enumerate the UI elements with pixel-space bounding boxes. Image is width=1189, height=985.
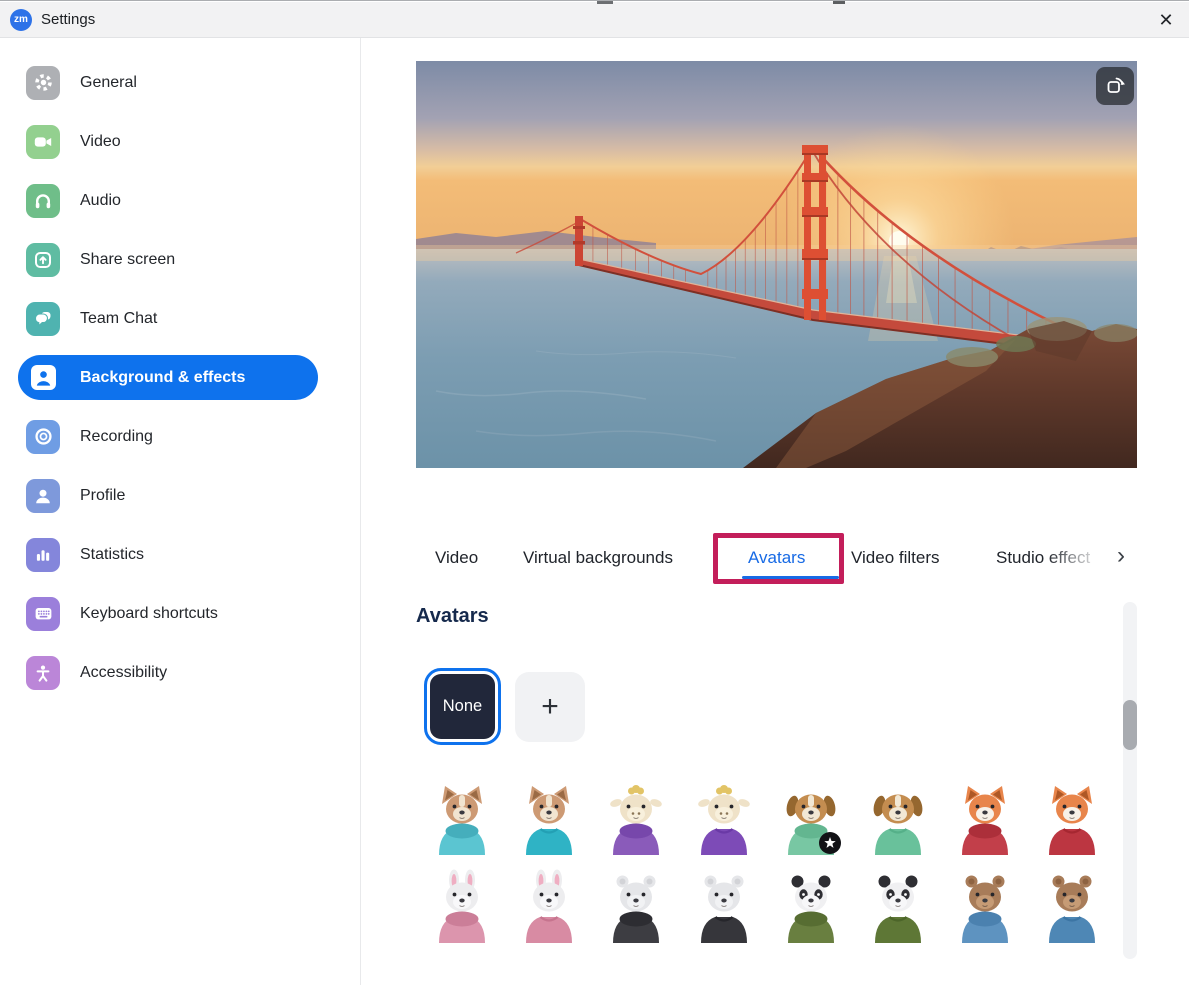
sidebar-item-general[interactable]: General (0, 53, 360, 112)
avatar-rabbit-hoodie[interactable] (430, 869, 494, 945)
person-icon (26, 479, 60, 513)
avatar-beagle-hoodie[interactable] (779, 781, 843, 857)
avatar-corgi-tshirt[interactable] (517, 781, 581, 857)
sidebar-item-keyboard-shortcuts[interactable]: Keyboard shortcuts (0, 584, 360, 643)
sidebar-item-label: Profile (80, 487, 125, 505)
sidebar-item-label: General (80, 74, 137, 92)
sidebar-item-label: Audio (80, 192, 121, 210)
sidebar-item-label: Team Chat (80, 310, 157, 328)
sidebar-item-accessibility[interactable]: Accessibility (0, 643, 360, 702)
zoom-logo: zm (10, 9, 32, 31)
sidebar-item-profile[interactable]: Profile (0, 466, 360, 525)
tab-video-filters[interactable]: Video filters (851, 543, 940, 577)
sidebar-item-recording[interactable]: Recording (0, 407, 360, 466)
person-frame-icon (26, 361, 60, 395)
avatar-fox-tshirt[interactable] (1040, 781, 1104, 857)
gear-icon (26, 66, 60, 100)
avatar-bear-tshirt[interactable] (1040, 869, 1104, 945)
sidebar-item-label: Recording (80, 428, 153, 446)
window-title: Settings (41, 11, 95, 28)
sidebar-item-background-effects[interactable]: Background & effects (0, 348, 360, 407)
avatar-polar-bear-tshirt[interactable] (692, 869, 756, 945)
rotate-preview-button[interactable] (1096, 67, 1134, 105)
sidebar-items: General Video Audio Share screen Team Chat Ba… (0, 53, 360, 702)
sidebar-item-label: Background & effects (80, 369, 245, 387)
avatar-cow-hoodie[interactable] (604, 781, 668, 857)
avatar-polar-bear-hoodie[interactable] (604, 869, 668, 945)
scrollbar-thumb[interactable] (1123, 700, 1137, 750)
tab-studio-effects[interactable]: Studio effect (996, 543, 1116, 577)
sidebar-item-share-screen[interactable]: Share screen (0, 230, 360, 289)
avatar-fox-hoodie[interactable] (953, 781, 1017, 857)
close-icon[interactable]: ✕ (1143, 2, 1189, 38)
tab-virtual-backgrounds[interactable]: Virtual backgrounds (523, 543, 673, 577)
avatar-panda-hoodie[interactable] (779, 869, 843, 945)
accessibility-icon (26, 656, 60, 690)
sidebar-item-video[interactable]: Video (0, 112, 360, 171)
sidebar-item-team-chat[interactable]: Team Chat (0, 289, 360, 348)
keyboard-icon (26, 597, 60, 631)
screen-edge-artifact (597, 1, 613, 4)
settings-window: zm Settings ✕ General Video Audio Share scr… (0, 0, 1189, 985)
background-preview-image (416, 61, 1137, 468)
sidebar-item-label: Share screen (80, 251, 175, 269)
avatar-panda-tshirt[interactable] (866, 869, 930, 945)
record-circle-icon (26, 420, 60, 454)
sidebar-item-audio[interactable]: Audio (0, 171, 360, 230)
sidebar: General Video Audio Share screen Team Chat Ba… (0, 38, 361, 985)
avatar-none-label: None (430, 674, 495, 739)
sidebar-item-label: Video (80, 133, 121, 151)
tabs-overflow-chevron-icon[interactable]: › (1117, 542, 1125, 570)
avatar-beagle-tshirt[interactable] (866, 781, 930, 857)
rotate-icon (1104, 75, 1126, 97)
avatar-cow-tshirt[interactable] (692, 781, 756, 857)
active-tab-underline (742, 576, 839, 579)
titlebar: zm Settings ✕ (0, 2, 1189, 38)
sidebar-item-statistics[interactable]: Statistics (0, 525, 360, 584)
bar-chart-icon (26, 538, 60, 572)
chat-bubbles-icon (26, 302, 60, 336)
headphones-icon (26, 184, 60, 218)
sidebar-item-label: Accessibility (80, 664, 167, 682)
avatars-heading: Avatars (416, 605, 489, 628)
screen-edge-artifact (833, 1, 845, 4)
avatar-rabbit-tshirt[interactable] (517, 869, 581, 945)
plus-icon: + (541, 690, 559, 724)
sidebar-item-label: Keyboard shortcuts (80, 605, 218, 623)
scrollbar-track[interactable] (1123, 602, 1137, 959)
video-camera-icon (26, 125, 60, 159)
sidebar-item-label: Statistics (80, 546, 144, 564)
avatar-bear-hoodie[interactable] (953, 869, 1017, 945)
tab-avatars[interactable]: Avatars (748, 543, 805, 577)
avatar-none-button[interactable]: None (424, 668, 501, 745)
tab-video[interactable]: Video (435, 543, 478, 577)
share-screen-icon (26, 243, 60, 277)
avatar-corgi-hoodie[interactable] (430, 781, 494, 857)
add-avatar-button[interactable]: + (515, 672, 585, 742)
